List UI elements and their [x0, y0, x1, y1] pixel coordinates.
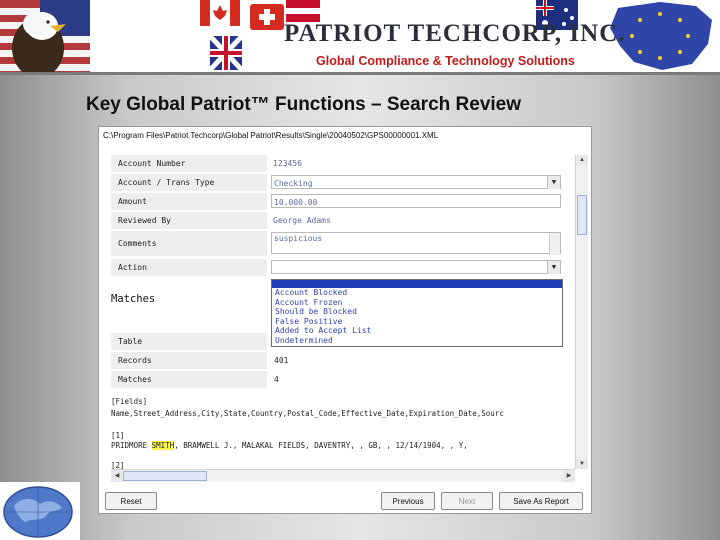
canada-flag-icon [200, 0, 240, 26]
form-label: Reviewed By [111, 212, 267, 230]
form-label: Amount [111, 193, 267, 211]
form-label: Account / Trans Type [111, 174, 267, 192]
scroll-right-icon[interactable]: ▶ [563, 470, 575, 482]
vertical-scrollbar[interactable]: ▲ ▼ [575, 155, 588, 469]
form-row-account-number: Account Number 123456 [111, 155, 563, 173]
raw-record-1: PRIDMORE SMITH, BRAMWELL J., MALAKAL FIE… [111, 441, 575, 450]
match-highlight: SMITH [151, 441, 175, 450]
dropdown-option[interactable]: Undetermined [272, 336, 562, 346]
comments-value: suspicious [274, 234, 323, 243]
table-value: 4 [274, 375, 279, 384]
dropdown-option[interactable]: Should be Blocked [272, 307, 562, 317]
uk-flag-icon [210, 36, 242, 70]
company-tagline: Global Compliance & Technology Solutions [316, 54, 575, 68]
form-row-account-type: Account / Trans Type Checking ▼ [111, 174, 563, 192]
table-value: 401 [274, 356, 289, 365]
dropdown-option[interactable]: False Positive [272, 317, 562, 327]
previous-button[interactable]: Previous [381, 492, 435, 510]
header-divider [0, 72, 720, 75]
table-row: Matches 4 [111, 371, 563, 389]
scroll-thumb[interactable] [577, 195, 587, 235]
action-dropdown-list: Account Blocked Account Frozen Should be… [271, 279, 563, 347]
dropdown-option[interactable]: Account Frozen [272, 298, 562, 308]
form-row-action: Action ▼ [111, 259, 563, 277]
chevron-down-icon[interactable]: ▼ [547, 261, 560, 274]
save-report-button[interactable]: Save As Report [499, 492, 583, 510]
record-prefix: PRIDMORE [111, 441, 152, 450]
search-review-window: C:\Program Files\Patriot Techcorp\Global… [98, 126, 592, 514]
form-label: Action [111, 259, 267, 277]
form-row-amount: Amount 10,000.00 [111, 193, 563, 211]
dropdown-option[interactable]: Added to Accept List [272, 326, 562, 336]
form-label: Account Number [111, 155, 267, 173]
form-label: Comments [111, 231, 267, 257]
form-row-comments: Comments suspicious [111, 231, 563, 257]
raw-fields-header: [Fields] [111, 397, 148, 406]
reset-button[interactable]: Reset [105, 492, 157, 510]
dropdown-option-blank[interactable] [272, 280, 562, 288]
scroll-thumb[interactable] [123, 471, 207, 481]
scroll-left-icon[interactable]: ◀ [111, 470, 123, 482]
comments-field[interactable]: suspicious [271, 232, 561, 255]
red-flag-icon [286, 0, 320, 22]
company-name: PATRIOT TECHCORP, INC. [284, 20, 626, 47]
header-banner: PATRIOT TECHCORP, INC. Global Compliance… [0, 0, 720, 72]
chevron-down-icon[interactable]: ▼ [547, 176, 560, 189]
file-path: C:\Program Files\Patriot Techcorp\Global… [103, 131, 439, 140]
scroll-down-icon[interactable]: ▼ [576, 459, 588, 469]
raw-record-1-header: [1] [111, 431, 125, 440]
raw-fields-line: Name,Street_Address,City,State,Country,P… [111, 409, 504, 418]
comments-scrollbar[interactable] [549, 233, 560, 255]
matches-heading: Matches [111, 293, 156, 305]
horizontal-scrollbar[interactable]: ◀ ▶ [111, 469, 575, 482]
table-label: Matches [111, 371, 267, 389]
globe-logo [0, 482, 80, 540]
eagle-flag-logo [0, 0, 90, 72]
table-label: Table [111, 333, 267, 351]
table-label: Records [111, 352, 267, 370]
form-row-reviewed-by: Reviewed By George Adams [111, 212, 563, 230]
reviewed-by-value: George Adams [273, 216, 331, 225]
switzerland-flag-icon [250, 4, 284, 30]
account-type-value: Checking [274, 179, 313, 188]
action-select[interactable]: ▼ [271, 260, 561, 274]
amount-field[interactable]: 10,000.00 [271, 194, 561, 208]
next-button[interactable]: Next [441, 492, 493, 510]
account-type-select[interactable]: Checking ▼ [271, 175, 561, 189]
scroll-up-icon[interactable]: ▲ [576, 155, 588, 165]
record-suffix: , BRAMWELL J., MALAKAL FIELDS, DAVENTRY,… [174, 441, 468, 450]
table-row: Records 401 [111, 352, 563, 370]
account-number-value: 123456 [273, 159, 302, 168]
slide-title: Key Global Patriot™ Functions – Search R… [86, 94, 522, 115]
dropdown-option[interactable]: Account Blocked [272, 288, 562, 298]
